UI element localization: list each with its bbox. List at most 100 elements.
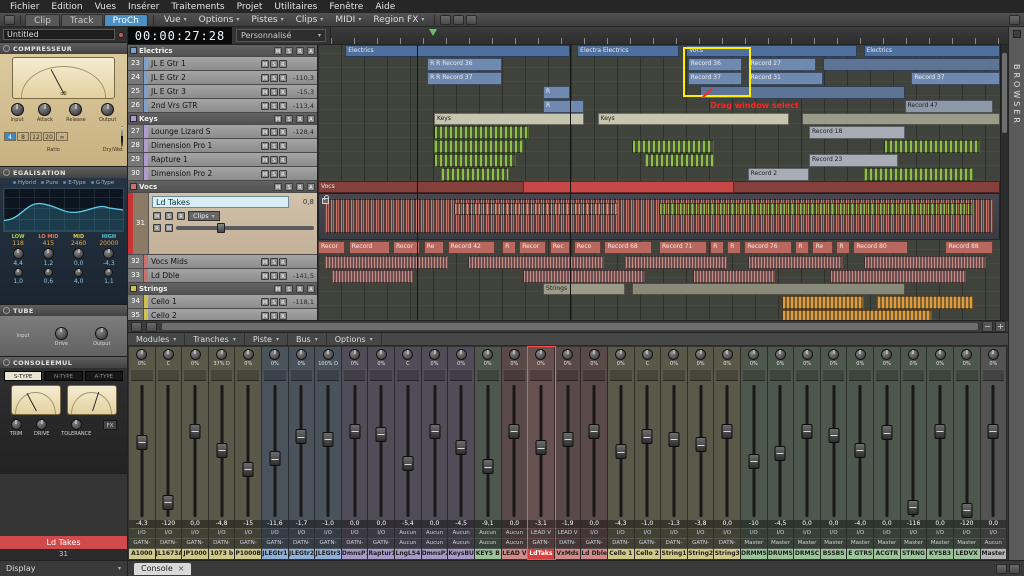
volume-fader[interactable] <box>262 383 288 519</box>
record-arm-button[interactable]: R <box>296 46 304 55</box>
strip-name[interactable]: Cello 1 <box>607 549 634 559</box>
record-arm-button[interactable]: R <box>279 311 287 320</box>
display-dropdown[interactable]: Display ▾ <box>0 561 128 576</box>
strip-name[interactable]: String3 <box>714 549 741 559</box>
mixer-strip[interactable]: 0% -4,0 I/O Master E GTRS <box>847 347 875 559</box>
sends-area[interactable] <box>689 369 712 381</box>
volume-fader[interactable] <box>475 383 501 519</box>
fader-handle[interactable] <box>641 429 653 445</box>
console-menu[interactable]: Bus ▾ <box>288 333 327 345</box>
io-selector[interactable]: I/O <box>341 529 368 538</box>
toolbar-menu[interactable]: MIDI ▾ <box>329 15 367 25</box>
sends-area[interactable] <box>317 369 339 381</box>
clip[interactable] <box>440 168 509 181</box>
menu-item[interactable]: Vues <box>89 2 122 12</box>
mixer-strip[interactable]: 0% -4,5 I/O Master DRUMS <box>767 347 795 559</box>
track-row[interactable]: 26 2nd Vrs GTR M S R -113,4 <box>128 99 317 113</box>
mixer-strip[interactable]: 0% 0,0 I/O Master DRMSC <box>794 347 821 559</box>
io-selector[interactable]: Aucun <box>474 529 501 538</box>
io-selector[interactable]: I/O <box>661 529 687 538</box>
io-selector[interactable]: I/O <box>741 529 767 538</box>
io-selector[interactable]: I/O <box>607 529 634 538</box>
playhead-marker-icon[interactable] <box>429 29 438 36</box>
clip[interactable]: Record 37 <box>911 72 1000 85</box>
clip[interactable]: Record 88 <box>945 241 994 254</box>
strip-name[interactable]: DRUMS <box>767 549 794 559</box>
clip[interactable]: Reco <box>573 241 602 254</box>
io-selector[interactable]: Aucun <box>501 529 528 538</box>
mixer-strip[interactable]: 0% -1,7 I/O DATN- JLEGtr2 <box>288 347 316 559</box>
pan-knob[interactable] <box>721 349 733 360</box>
strip-name[interactable]: KYSB3 <box>927 549 953 559</box>
fader-handle[interactable] <box>934 423 946 439</box>
mixer-strip[interactable]: 0% 0,0 Aucun Aucun LEAD V <box>501 347 529 559</box>
eq-q-knob[interactable] <box>74 268 84 277</box>
volume-fader[interactable] <box>741 383 767 519</box>
sends-area[interactable] <box>131 369 153 381</box>
pan-knob[interactable] <box>934 349 946 360</box>
io-selector[interactable]: I/O <box>767 529 794 538</box>
strip-name[interactable]: DRMSC <box>794 549 820 559</box>
sends-area[interactable] <box>716 369 739 381</box>
mute-button[interactable]: M <box>261 87 269 96</box>
power-icon[interactable] <box>3 45 10 52</box>
solo-button[interactable]: S <box>270 155 278 164</box>
mute-button[interactable]: M <box>274 114 282 123</box>
clip[interactable] <box>693 270 775 283</box>
fader-handle[interactable] <box>136 434 148 450</box>
fx-slot[interactable]: GATN- <box>687 539 714 548</box>
drive-knob[interactable] <box>54 326 68 340</box>
mixer-strip[interactable]: 0% -4,3 I/O GATN- A1000 <box>129 347 156 559</box>
clip[interactable]: R <box>710 241 724 254</box>
fader-handle[interactable] <box>295 429 307 445</box>
fx-slot[interactable]: Aucun <box>448 539 474 548</box>
solo-button[interactable]: S <box>165 212 173 220</box>
mute-button[interactable]: M <box>274 46 282 55</box>
solo-button[interactable]: S <box>270 73 278 82</box>
fader-handle[interactable] <box>402 456 414 472</box>
io-selector[interactable]: I/O <box>315 529 341 538</box>
pan-knob[interactable] <box>269 349 281 360</box>
expand-icon[interactable] <box>1009 563 1020 574</box>
sends-area[interactable] <box>849 369 872 381</box>
automation-button[interactable]: A <box>307 284 315 293</box>
io-selector[interactable]: LEAD V <box>528 529 554 538</box>
sends-area[interactable] <box>290 369 313 381</box>
sends-area[interactable] <box>743 369 765 381</box>
fx-slot[interactable]: Master <box>767 539 794 548</box>
clip[interactable]: R R Record 37 <box>427 72 503 85</box>
fader-handle[interactable] <box>721 423 733 439</box>
clip[interactable] <box>331 270 414 283</box>
sends-area[interactable] <box>929 369 951 381</box>
io-selector[interactable]: I/O <box>900 529 927 538</box>
console-type-button[interactable]: A-TYPE <box>84 371 123 381</box>
clip[interactable]: Keys <box>433 113 584 125</box>
fx-slot[interactable]: Aucun <box>980 539 1007 548</box>
record-arm-button[interactable]: R <box>296 284 304 293</box>
pan-knob[interactable] <box>189 349 201 360</box>
mixer-strip[interactable]: C -120 I/O DATN- JL1673A <box>155 347 183 559</box>
mute-button[interactable]: M <box>261 155 269 164</box>
strip-name[interactable]: 1073 b <box>208 549 235 559</box>
strip-name[interactable]: JLEGtr1 <box>262 549 288 559</box>
pan-knob[interactable] <box>641 349 653 360</box>
fader-handle[interactable] <box>828 427 840 443</box>
strip-name[interactable]: Master <box>980 549 1007 559</box>
io-selector[interactable]: I/O <box>820 529 847 538</box>
clip[interactable] <box>324 256 448 269</box>
fx-slot[interactable]: Aucun <box>421 539 448 548</box>
clip[interactable] <box>624 256 728 269</box>
clip[interactable]: R <box>543 86 571 99</box>
clip[interactable]: R <box>727 241 741 254</box>
eq-mode-option[interactable]: E-Type <box>63 180 86 186</box>
pan-knob[interactable] <box>322 349 334 360</box>
mixer-strip[interactable]: 0% 0,0 I/O Master ACGTR <box>874 347 901 559</box>
clip[interactable]: Record 23 <box>809 154 898 167</box>
io-selector[interactable]: I/O <box>714 529 741 538</box>
menu-item[interactable]: Insérer <box>122 2 165 12</box>
mute-button[interactable]: M <box>261 73 269 82</box>
record-arm-button[interactable]: R <box>279 73 287 82</box>
toolbar-menu[interactable]: Clips ▾ <box>290 15 330 25</box>
pan-knob[interactable] <box>854 349 866 360</box>
input-knob[interactable] <box>10 103 24 116</box>
